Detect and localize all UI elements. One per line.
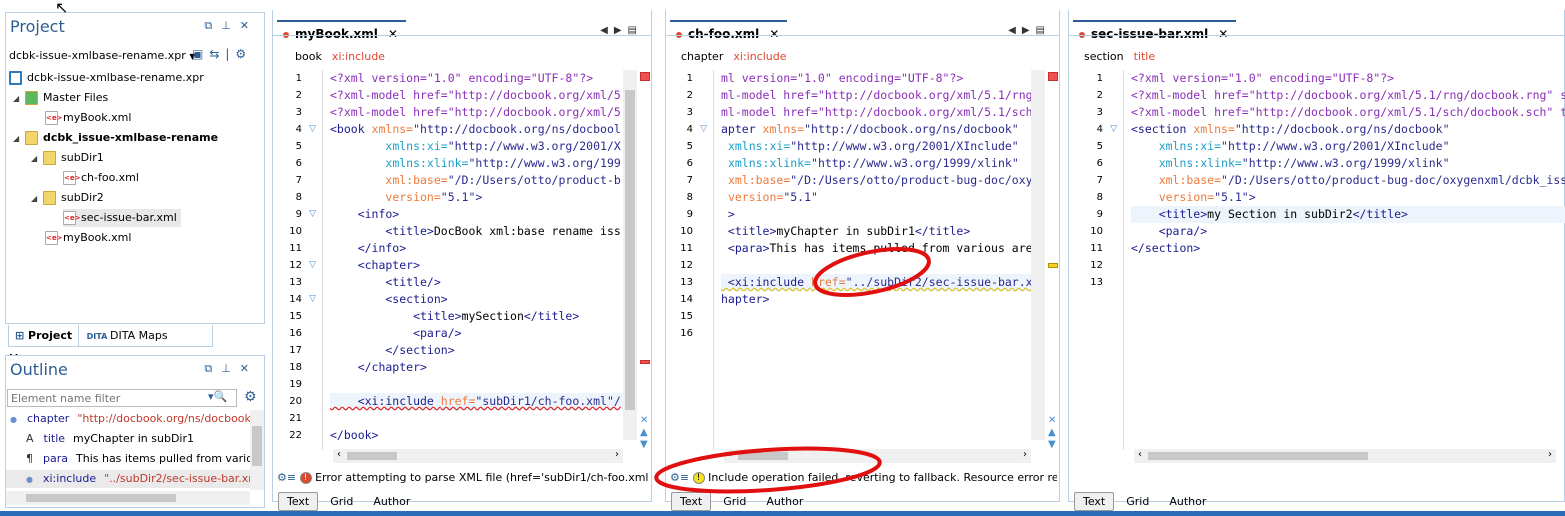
annotation-circles	[654, 247, 931, 494]
taskbar-strip	[0, 511, 1565, 516]
annotation-ellipse	[654, 446, 882, 494]
annotation-ellipse	[813, 247, 931, 297]
mouse-cursor-icon: ↖	[55, 0, 69, 17]
